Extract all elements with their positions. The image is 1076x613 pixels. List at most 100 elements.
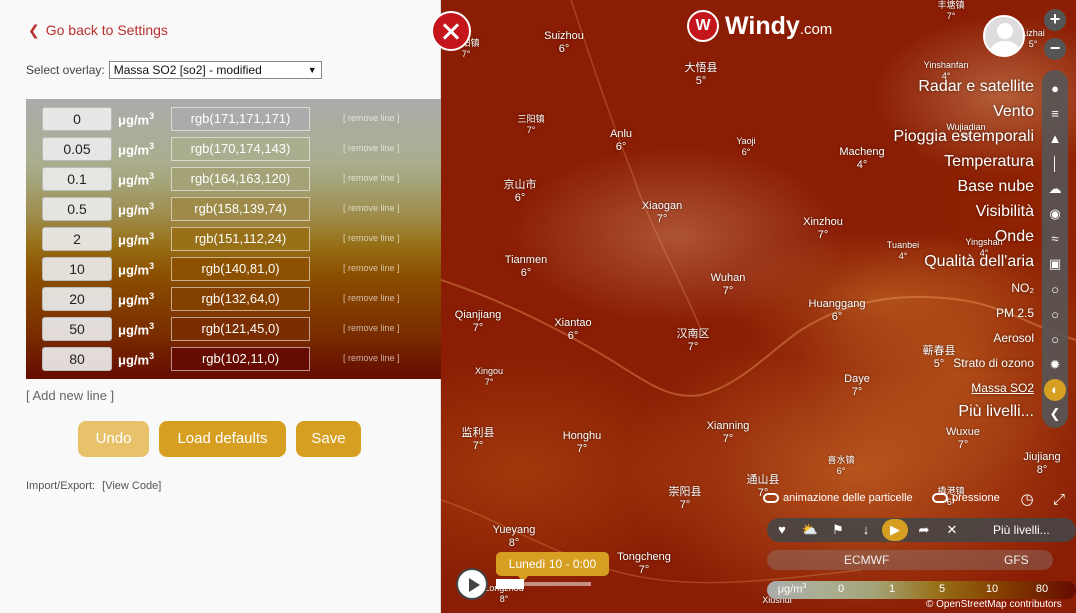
- globe-icon[interactable]: ●: [1044, 78, 1066, 100]
- city-name: 崇阳县: [668, 486, 702, 498]
- rain-drop-icon[interactable]: ▲: [1044, 128, 1066, 150]
- no2-icon[interactable]: ○: [1044, 279, 1066, 301]
- car-icon[interactable]: ▣: [1044, 253, 1066, 275]
- rgb-color-input[interactable]: rgb(170,174,143): [171, 137, 310, 161]
- threshold-value-input[interactable]: 10: [42, 257, 112, 281]
- threshold-value-input[interactable]: 0.05: [42, 137, 112, 161]
- menu-item-chevron-left[interactable]: Più livelli...: [958, 403, 1034, 421]
- undo-button[interactable]: Undo: [78, 421, 149, 457]
- city-name: Yueyang: [492, 524, 536, 536]
- load-defaults-button[interactable]: Load defaults: [159, 421, 286, 457]
- chevron-left-icon: ❮: [28, 22, 40, 38]
- threshold-value-input[interactable]: 80: [42, 347, 112, 371]
- view-code-link[interactable]: [View Code]: [102, 480, 161, 492]
- remove-line-link[interactable]: [ remove line ]: [343, 233, 400, 243]
- model-gfs[interactable]: GFS: [1004, 553, 1029, 567]
- model-ecmwf[interactable]: ECMWF: [844, 553, 889, 567]
- logo-tld: .com: [799, 20, 833, 38]
- rgb-color-input[interactable]: rgb(164,163,120): [171, 167, 310, 191]
- cloud-base-icon[interactable]: ☁: [1044, 178, 1066, 200]
- menu-item-cloud-base[interactable]: Base nube: [957, 178, 1034, 196]
- pm25-icon[interactable]: ○: [1044, 304, 1066, 326]
- threshold-value-input[interactable]: 2: [42, 227, 112, 251]
- camera-icon[interactable]: ▶: [882, 519, 908, 541]
- menu-item-pm25[interactable]: PM 2.5: [996, 306, 1034, 320]
- timeline-slider[interactable]: [496, 579, 591, 589]
- menu-item-thermometer[interactable]: Temperatura: [944, 153, 1034, 171]
- pressure-toggle[interactable]: pressione: [932, 492, 1000, 504]
- threshold-value-input[interactable]: 0: [42, 107, 112, 131]
- temperature-icon[interactable]: ↓: [853, 519, 879, 541]
- city-label: 京山市 6°: [504, 179, 537, 205]
- remove-line-link[interactable]: [ remove line ]: [343, 173, 400, 183]
- map-view[interactable]: Suizhou 6° 大悟县 5° Anlu 6° Yaoji 6° Macheng 4° 京山市 6…: [441, 0, 1076, 613]
- menu-item-rain-drop[interactable]: Pioggia estemporali: [893, 128, 1034, 146]
- remove-line-link[interactable]: [ remove line ]: [343, 143, 400, 153]
- remove-line-link[interactable]: [ remove line ]: [343, 203, 400, 213]
- add-new-line-link[interactable]: [ Add new line ]: [26, 388, 114, 403]
- close-icon[interactable]: ✕: [939, 519, 965, 541]
- waves-icon[interactable]: ≈: [1044, 228, 1066, 250]
- eye-icon[interactable]: ◉: [1044, 203, 1066, 225]
- zoom-in-button[interactable]: +: [1044, 9, 1066, 31]
- threshold-value-input[interactable]: 0.5: [42, 197, 112, 221]
- import-export-row: Import/Export: [View Code]: [26, 480, 161, 492]
- menu-item-aerosol[interactable]: Aerosol: [993, 331, 1034, 345]
- close-icon[interactable]: [431, 11, 471, 51]
- remove-line-link[interactable]: [ remove line ]: [343, 353, 400, 363]
- threshold-value-input[interactable]: 20: [42, 287, 112, 311]
- remove-line-link[interactable]: [ remove line ]: [343, 263, 400, 273]
- aerosol-icon[interactable]: ○: [1044, 329, 1066, 351]
- toggle-ring-icon: [932, 493, 948, 503]
- remove-line-link[interactable]: [ remove line ]: [343, 113, 400, 123]
- city-temp: 7°: [687, 341, 699, 353]
- remove-line-link[interactable]: [ remove line ]: [343, 293, 400, 303]
- city-temp: 7°: [817, 229, 829, 241]
- menu-item-eye[interactable]: Visibilità: [976, 203, 1034, 221]
- thermometer-icon[interactable]: │: [1044, 153, 1066, 175]
- legend-unit: μg/m3: [777, 583, 807, 596]
- city-label: Xingou 7°: [475, 366, 503, 388]
- menu-item-no2[interactable]: NO₂: [1011, 281, 1034, 295]
- share-icon[interactable]: ➦: [911, 519, 937, 541]
- wind-icon[interactable]: ≡: [1044, 103, 1066, 125]
- overlay-select[interactable]: Massa SO2 [so2] - modified ▼: [108, 61, 322, 79]
- clock-icon[interactable]: ◷: [1018, 491, 1036, 509]
- rgb-color-input[interactable]: rgb(158,139,74): [171, 197, 310, 221]
- city-label: Qianjiang 7°: [455, 309, 501, 335]
- threshold-value-input[interactable]: 0.1: [42, 167, 112, 191]
- more-layers-button[interactable]: Più livelli...: [993, 523, 1050, 537]
- play-button[interactable]: [456, 568, 488, 600]
- threshold-value-input[interactable]: 50: [42, 317, 112, 341]
- rgb-color-input[interactable]: rgb(140,81,0): [171, 257, 310, 281]
- dropdown-arrow-icon: ▼: [307, 65, 317, 75]
- chevron-left-icon[interactable]: ❮: [1044, 403, 1066, 425]
- back-to-settings-link[interactable]: ❮ Go back to Settings: [28, 22, 168, 39]
- so2-icon[interactable]: ◐: [1044, 379, 1066, 401]
- rgb-color-input[interactable]: rgb(102,11,0): [171, 347, 310, 371]
- rgb-color-input[interactable]: rgb(151,112,24): [171, 227, 310, 251]
- flag-icon[interactable]: ⚑: [825, 519, 851, 541]
- timeline-knob[interactable]: [496, 579, 524, 589]
- menu-item-waves[interactable]: Onde: [995, 228, 1034, 246]
- menu-item-so2[interactable]: Massa SO2: [971, 381, 1034, 395]
- rgb-color-input[interactable]: rgb(121,45,0): [171, 317, 310, 341]
- city-label: Xiantao 6°: [554, 317, 591, 343]
- user-avatar[interactable]: [983, 15, 1025, 57]
- save-button[interactable]: Save: [296, 421, 361, 457]
- heart-icon[interactable]: ♥: [769, 519, 795, 541]
- ozone-icon[interactable]: ✹: [1044, 354, 1066, 376]
- zoom-out-button[interactable]: −: [1044, 38, 1066, 60]
- particles-toggle[interactable]: animazione delle particelle: [763, 492, 913, 504]
- remove-line-link[interactable]: [ remove line ]: [343, 323, 400, 333]
- city-label: Yueyang 8°: [493, 524, 536, 550]
- city-temp: 7°: [472, 322, 484, 334]
- fullscreen-icon[interactable]: ⤢: [1050, 491, 1068, 509]
- weather-icon[interactable]: ⛅: [797, 519, 823, 541]
- menu-item-ozone[interactable]: Strato di ozono: [953, 356, 1034, 370]
- rgb-color-input[interactable]: rgb(171,171,171): [171, 107, 310, 131]
- menu-item-wind[interactable]: Vento: [993, 103, 1034, 121]
- menu-item-car[interactable]: Qualità dell'aria: [924, 253, 1034, 271]
- rgb-color-input[interactable]: rgb(132,64,0): [171, 287, 310, 311]
- menu-item-globe[interactable]: Radar e satellite: [918, 78, 1034, 96]
